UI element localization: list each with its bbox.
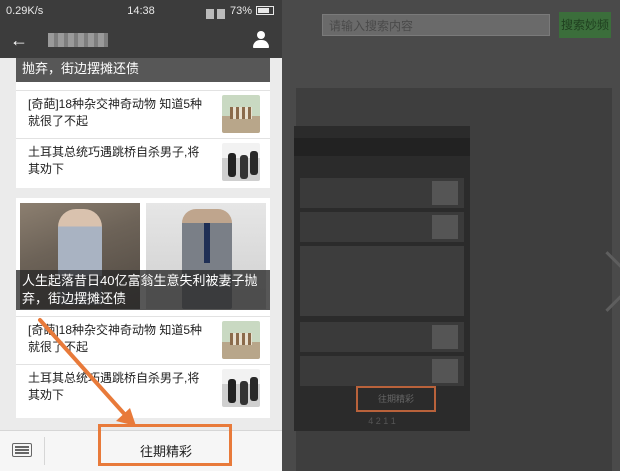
battery-icon xyxy=(256,6,274,15)
headline-text: 人生起落昔日40亿富翁生意失利被妻子抛弃，街边摆摊还债 xyxy=(22,273,258,306)
list-item[interactable]: [奇葩]18种杂交神奇动物 知道5种就很了不起 xyxy=(16,316,270,364)
nav-title: xxxxxx xyxy=(48,33,108,47)
list-item[interactable]: [奇葩]18种杂交神奇动物 知道5种就很了不起 xyxy=(16,90,270,138)
background-thumb xyxy=(432,325,458,349)
article-card: 抛弃，街边摆摊还债 [奇葩]18种杂交神奇动物 知道5种就很了不起 土耳其总统巧… xyxy=(16,58,270,188)
background-menu-label: 往期精彩 xyxy=(377,394,414,404)
background-phone-navbar xyxy=(294,138,470,156)
divider xyxy=(44,437,45,465)
keyboard-icon[interactable] xyxy=(12,443,32,457)
status-bar: 0.29K/s 14:38 73% xyxy=(0,0,282,22)
headline-strip[interactable]: 抛弃，街边摆摊还债 xyxy=(16,58,270,82)
crowd-thumbnail xyxy=(222,143,260,181)
background-thumb xyxy=(432,181,458,205)
background-row xyxy=(300,212,464,242)
background-row xyxy=(300,356,464,386)
user-icon[interactable] xyxy=(252,30,270,50)
background-highlight-box: 往期精彩 xyxy=(356,386,436,412)
background-row xyxy=(300,178,464,208)
background-thumb xyxy=(432,215,458,239)
item-title: [奇葩]18种杂交神奇动物 知道5种就很了不起 xyxy=(28,97,203,128)
list-item[interactable]: 土耳其总统巧遇跳桥自杀男子,将其劝下 xyxy=(16,364,270,412)
background-phone-footer: 4 2 1 1 xyxy=(368,416,396,426)
zebra-thumbnail xyxy=(222,321,260,359)
background-thumb xyxy=(432,359,458,383)
headline-text: 抛弃，街边摆摊还债 xyxy=(22,61,140,76)
highlight-box xyxy=(98,424,232,466)
back-arrow-icon[interactable]: ← xyxy=(10,30,30,50)
article-list: 抛弃，街边摆摊还债 [奇葩]18种杂交神奇动物 知道5种就很了不起 土耳其总统巧… xyxy=(0,58,282,430)
article-card: 人生起落昔日40亿富翁生意失利被妻子抛弃，街边摆摊还债 [奇葩]18种杂交神奇动… xyxy=(16,198,270,418)
background-search-button: 搜索妙频 xyxy=(559,12,611,38)
phone-screen: 0.29K/s 14:38 73% ← xxxxxx 抛弃，街边摆摊还债 [奇葩… xyxy=(0,0,282,471)
nav-bar: ← xxxxxx xyxy=(0,22,282,58)
item-title: 土耳其总统巧遇跳桥自杀男子,将其劝下 xyxy=(28,371,200,402)
background-search-input: 请输入搜索内容 xyxy=(322,14,550,36)
zebra-thumbnail xyxy=(222,95,260,133)
item-title: [奇葩]18种杂交神奇动物 知道5种就很了不起 xyxy=(28,323,203,354)
background-row xyxy=(300,322,464,352)
battery-percent: 73% xyxy=(229,5,252,17)
list-item[interactable]: 土耳其总统巧遇跳桥自杀男子,将其劝下 xyxy=(16,138,270,186)
background-image-row xyxy=(300,246,464,316)
headline-strip[interactable]: 人生起落昔日40亿富翁生意失利被妻子抛弃，街边摆摊还债 xyxy=(16,270,270,310)
crowd-thumbnail xyxy=(222,369,260,407)
item-title: 土耳其总统巧遇跳桥自杀男子,将其劝下 xyxy=(28,145,200,176)
